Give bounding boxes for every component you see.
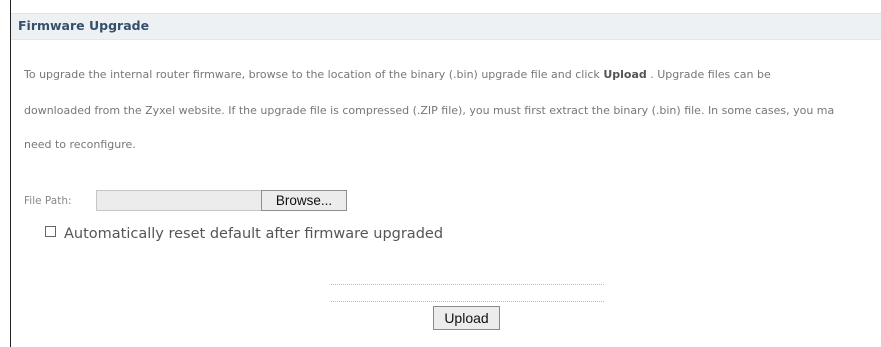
file-path-input[interactable] — [96, 190, 261, 211]
auto-reset-label[interactable]: Automatically reset default after firmwa… — [64, 224, 443, 244]
description-text: To upgrade the internal router firmware,… — [24, 68, 604, 81]
description-line-3: need to reconfigure. — [24, 138, 136, 151]
upload-keyword: Upload — [603, 68, 647, 81]
divider — [331, 301, 604, 302]
content-frame — [10, 0, 881, 347]
browse-button[interactable]: Browse... — [261, 190, 347, 211]
description-line-2: downloaded from the Zyxel website. If th… — [24, 104, 835, 117]
panel-title: Firmware Upgrade — [18, 18, 150, 33]
file-path-label: File Path: — [24, 195, 72, 207]
description-line-1: To upgrade the internal router firmware,… — [24, 67, 771, 83]
upload-button[interactable]: Upload — [433, 306, 500, 330]
description-text: . Upgrade files can be — [646, 68, 771, 81]
divider — [331, 284, 604, 285]
auto-reset-checkbox[interactable] — [45, 226, 56, 237]
